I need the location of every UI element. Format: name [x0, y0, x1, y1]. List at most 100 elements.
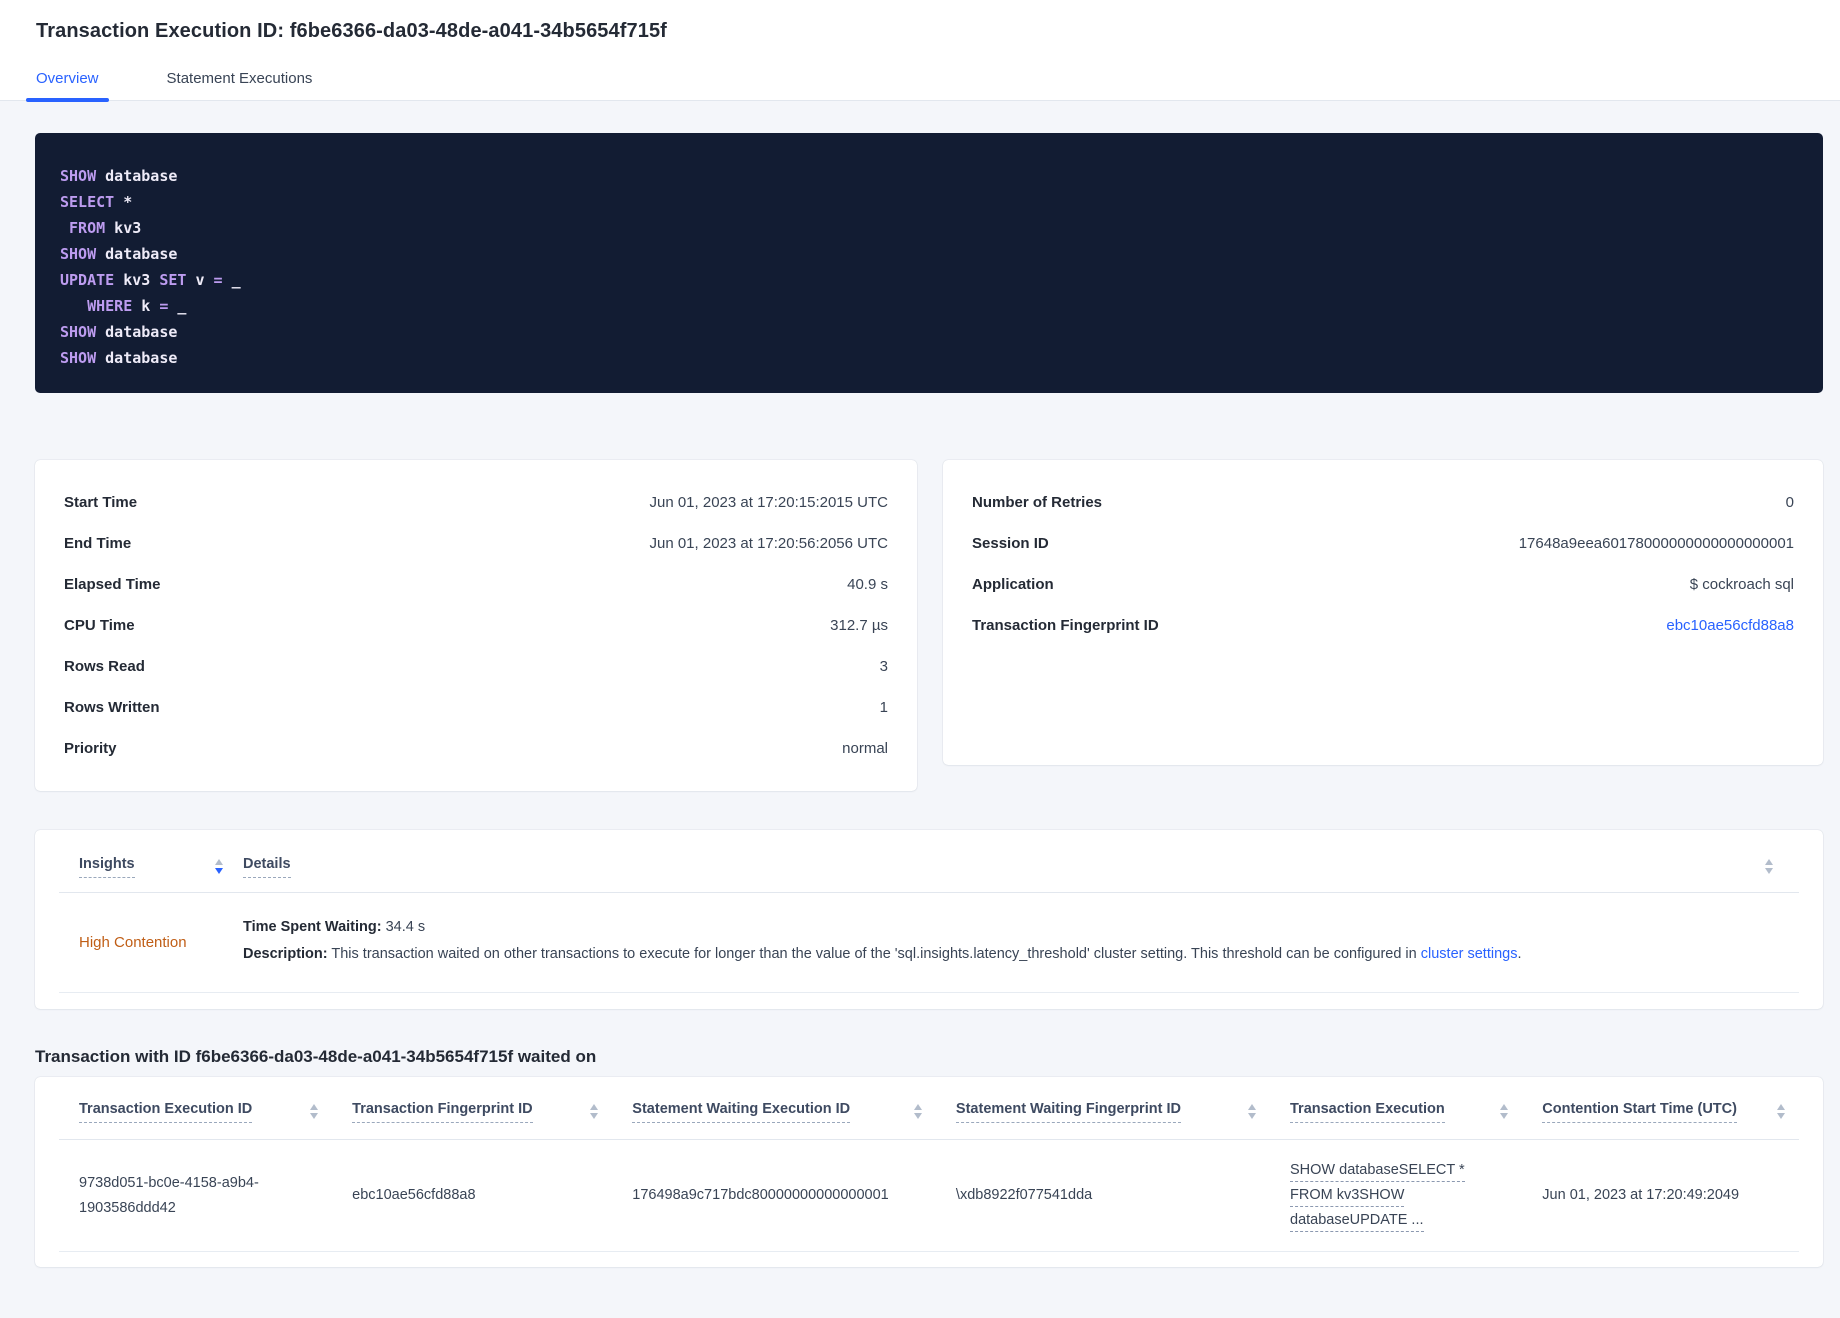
- summary-row: Transaction Fingerprint ID ebc10ae56cfd88…: [972, 605, 1794, 646]
- statement-waiting-fingerprint-id-cell: \xdb8922f077541dda: [955, 1187, 1093, 1203]
- column-header-label: Transaction Fingerprint ID: [352, 1101, 533, 1123]
- tab-statement-executions[interactable]: Statement Executions: [157, 70, 323, 100]
- tab-overview[interactable]: Overview: [26, 70, 109, 102]
- summary-row: Application $ cockroach sql: [972, 564, 1794, 605]
- insights-column-header[interactable]: Insights: [59, 856, 223, 878]
- summary-label: Elapsed Time: [64, 576, 161, 593]
- summary-value: Jun 01, 2023 at 17:20:15:2015 UTC: [649, 494, 888, 511]
- sql-line: SHOW database: [60, 349, 178, 367]
- details-column-header[interactable]: Details: [223, 856, 1799, 878]
- transaction-execution-line: SHOW databaseSELECT *: [1290, 1158, 1506, 1183]
- sort-icon: [913, 1101, 922, 1119]
- waited-on-table-card: Transaction Execution ID Transaction Fing…: [35, 1077, 1823, 1267]
- summary-label: Transaction Fingerprint ID: [972, 617, 1159, 634]
- column-header-statement-waiting-execution-id[interactable]: Statement Waiting Execution ID: [612, 1101, 936, 1123]
- sort-icon: [215, 856, 223, 874]
- transaction-execution-line: FROM kv3SHOW: [1290, 1183, 1506, 1208]
- time-spent-waiting-value: 34.4 s: [385, 919, 426, 936]
- column-header-label: Transaction Execution: [1290, 1101, 1445, 1123]
- insight-details-cell: Time Spent Waiting: 34.4 s Description: …: [223, 919, 1799, 966]
- summary-label: Application: [972, 576, 1054, 593]
- contention-start-time-cell: Jun 01, 2023 at 17:20:49:2049: [1542, 1187, 1740, 1203]
- details-header-label: Details: [243, 856, 291, 878]
- summary-row: CPU Time 312.7 µs: [64, 605, 888, 646]
- summary-label: Rows Written: [64, 699, 160, 716]
- cluster-settings-link[interactable]: cluster settings: [1421, 946, 1518, 962]
- insight-description: Description: This transaction waited on …: [243, 944, 1789, 966]
- summary-value: Jun 01, 2023 at 17:20:56:2056 UTC: [649, 535, 888, 552]
- statement-waiting-execution-id-cell: 176498a9c717bdc80000000000000001: [632, 1187, 889, 1203]
- transaction-execution-link[interactable]: SHOW databaseSELECT * FROM kv3SHOW databas…: [1290, 1158, 1506, 1233]
- insight-row: High Contention Time Spent Waiting: 34.4…: [59, 893, 1799, 993]
- sql-line: SHOW database: [60, 167, 178, 185]
- transaction-execution-cell: SHOW databaseSELECT * FROM kv3SHOW databas…: [1270, 1158, 1522, 1233]
- high-contention-label: High Contention: [79, 933, 187, 951]
- insights-header-label: Insights: [79, 856, 135, 878]
- sql-line: WHERE k = _: [87, 297, 187, 315]
- summary-value: 3: [879, 658, 888, 675]
- sql-line: FROM kv3: [69, 219, 142, 237]
- summary-value: normal: [842, 740, 888, 757]
- page-header: Transaction Execution ID: f6be6366-da03-…: [0, 0, 1840, 102]
- column-header-label: Transaction Execution ID: [79, 1101, 253, 1123]
- sql-statements-box: SHOW database SELECT * FROM kv3 SHOW datab…: [35, 133, 1823, 393]
- transaction-execution-line: databaseUPDATE ...: [1290, 1208, 1506, 1233]
- time-spent-waiting-label: Time Spent Waiting:: [243, 919, 382, 936]
- summary-value: 312.7 µs: [830, 617, 888, 634]
- summary-value: 1: [879, 699, 888, 716]
- sort-icon: [1776, 1101, 1785, 1119]
- description-label: Description:: [243, 946, 328, 963]
- sql-line: SELECT *: [60, 193, 133, 211]
- page-title: Transaction Execution ID: f6be6366-da03-…: [36, 20, 667, 42]
- summary-label: CPU Time: [64, 617, 135, 634]
- sort-icon: [310, 1101, 319, 1119]
- sort-icon: [1248, 1101, 1256, 1119]
- summary-value: $ cockroach sql: [1689, 576, 1794, 593]
- summary-row: Rows Written 1: [64, 687, 888, 728]
- summary-row: Session ID 17648a9eea60178000000000000000…: [972, 523, 1794, 564]
- time-spent-waiting: Time Spent Waiting: 34.4 s: [243, 919, 1789, 935]
- transaction-fingerprint-link[interactable]: ebc10ae56cfd88a8: [1666, 617, 1794, 634]
- sort-icon: [1765, 856, 1773, 874]
- column-header-contention-start-time-utc-[interactable]: Contention Start Time (UTC): [1522, 1101, 1799, 1123]
- column-header-statement-waiting-fingerprint-id[interactable]: Statement Waiting Fingerprint ID: [936, 1101, 1270, 1123]
- description-text: This transaction waited on other transac…: [331, 946, 1421, 963]
- execution-attributes-card: Number of Retries 0 Session ID 17648a9eea60…: [943, 460, 1823, 765]
- waited-on-section-title: Transaction with ID f6be6366-da03-48de-a…: [35, 1047, 597, 1066]
- summary-label: Session ID: [972, 535, 1049, 552]
- waited-on-table-row: 9738d051-bc0e-4158-a9b4-1903586ddd42 ebc1…: [59, 1140, 1799, 1252]
- description-period: .: [1517, 946, 1522, 963]
- transaction-execution-id-cell: 9738d051-bc0e-4158-a9b4-1903586ddd42: [79, 1174, 259, 1216]
- execution-times-card: Start Time Jun 01, 2023 at 17:20:15:2015 …: [35, 460, 917, 791]
- summary-label: Rows Read: [64, 658, 145, 675]
- sql-line: SHOW database: [60, 245, 178, 263]
- column-header-transaction-fingerprint-id[interactable]: Transaction Fingerprint ID: [332, 1101, 612, 1123]
- tab-bar: Overview Statement Executions: [0, 70, 1840, 102]
- column-header-transaction-execution-id[interactable]: Transaction Execution ID: [59, 1101, 332, 1123]
- summary-row: Elapsed Time 40.9 s: [64, 564, 888, 605]
- waited-on-table-header: Transaction Execution ID Transaction Fing…: [59, 1101, 1799, 1140]
- transaction-details-page: Transaction Execution ID: f6be6366-da03-…: [0, 0, 1840, 1318]
- column-header-label: Statement Waiting Execution ID: [632, 1101, 851, 1123]
- insights-table-header: Insights Details: [59, 856, 1799, 893]
- column-header-label: Contention Start Time (UTC): [1542, 1101, 1737, 1123]
- transaction-fingerprint-id-cell: ebc10ae56cfd88a8: [352, 1187, 476, 1203]
- sql-line: UPDATE kv3 SET v = _: [60, 271, 241, 289]
- summary-cards-row: Start Time Jun 01, 2023 at 17:20:15:2015 …: [35, 460, 1823, 791]
- summary-label: Priority: [64, 740, 117, 757]
- sql-line: SHOW database: [60, 323, 178, 341]
- summary-value: 17648a9eea60178000000000000000001: [1518, 535, 1794, 552]
- summary-label: Number of Retries: [972, 494, 1103, 511]
- summary-row: Number of Retries 0: [972, 482, 1794, 523]
- summary-row: Priority normal: [64, 728, 888, 769]
- summary-row: End Time Jun 01, 2023 at 17:20:56:2056 UT…: [64, 523, 888, 564]
- summary-row: Start Time Jun 01, 2023 at 17:20:15:2015 …: [64, 482, 888, 523]
- summary-label: Start Time: [64, 494, 138, 511]
- insight-type-cell: High Contention: [59, 934, 223, 952]
- main-content: SHOW database SELECT * FROM kv3 SHOW datab…: [0, 133, 1840, 1267]
- column-header-label: Statement Waiting Fingerprint ID: [955, 1101, 1181, 1123]
- summary-value: 0: [1785, 494, 1794, 511]
- column-header-transaction-execution[interactable]: Transaction Execution: [1270, 1101, 1522, 1123]
- summary-label: End Time: [64, 535, 132, 552]
- summary-row: Rows Read 3: [64, 646, 888, 687]
